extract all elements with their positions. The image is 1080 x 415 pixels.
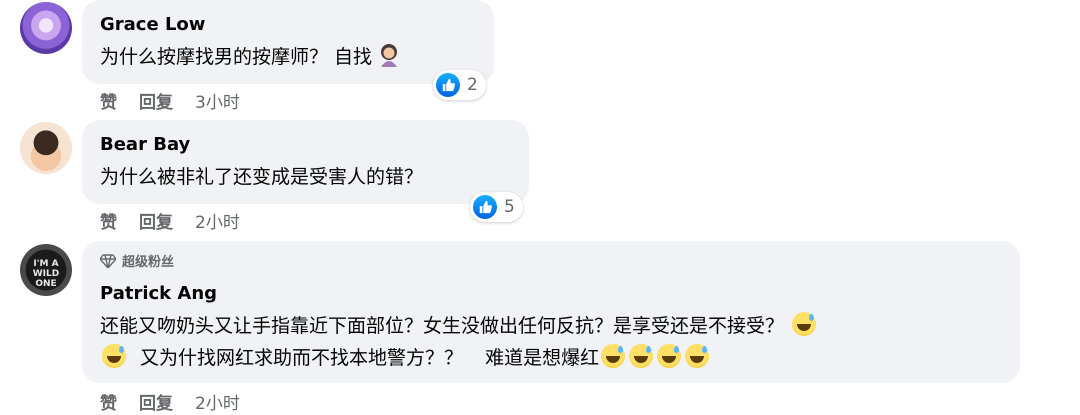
- like-button[interactable]: 赞: [100, 88, 117, 113]
- avatar[interactable]: I'M A WILD ONE: [20, 244, 72, 296]
- grinning-sweat-emoji-icon: [657, 344, 682, 368]
- reaction-count-badge[interactable]: 5: [470, 192, 523, 222]
- grinning-sweat-emoji-icon: [629, 344, 654, 368]
- comment-author[interactable]: Patrick Ang: [100, 283, 217, 304]
- comment-actions: 赞 回复 3小时: [100, 88, 262, 113]
- comment-text: 为什么被非礼了还变成是受害人的错？: [100, 166, 424, 188]
- comment-text-body: 为什么按摩找男的按摩师？ 自找: [100, 46, 373, 68]
- comment-timestamp[interactable]: 2小时: [195, 389, 240, 414]
- like-button[interactable]: 赞: [100, 208, 117, 233]
- comment-text-part: 又为什找网红求助而不找本地警方？？: [140, 347, 464, 369]
- reply-button[interactable]: 回复: [139, 88, 173, 113]
- top-fan-badge[interactable]: 超级粉丝: [100, 251, 174, 270]
- like-button[interactable]: 赞: [100, 389, 117, 414]
- reply-button[interactable]: 回复: [139, 208, 173, 233]
- comment-bubble: 超级粉丝 Patrick Ang 还能又吻奶头又让手指靠近下面部位？女生没做出任…: [82, 241, 1020, 383]
- grinning-sweat-emoji-icon: [601, 344, 626, 368]
- comment-timestamp[interactable]: 2小时: [195, 208, 240, 233]
- badge-label: 超级粉丝: [122, 255, 175, 270]
- grinning-sweat-emoji-icon: [685, 344, 710, 368]
- comment-text: 为什么按摩找男的按摩师？ 自找: [100, 41, 400, 73]
- comment-actions: 赞 回复 2小时: [100, 208, 262, 233]
- comment-bubble: Bear Bay 为什么被非礼了还变成是受害人的错？: [82, 120, 529, 204]
- comment-text-part: 难道是想爆红: [485, 347, 600, 369]
- comment-author[interactable]: Bear Bay: [100, 134, 190, 155]
- grinning-sweat-emoji-icon: [792, 312, 817, 336]
- reply-button[interactable]: 回复: [139, 389, 173, 414]
- reaction-count: 5: [504, 197, 515, 217]
- reaction-count: 2: [467, 75, 478, 95]
- avatar[interactable]: [20, 122, 72, 174]
- diamond-icon: [100, 253, 116, 268]
- reaction-count-badge[interactable]: 2: [433, 70, 486, 100]
- thumbs-up-icon: [436, 73, 460, 97]
- comment-text-line-1: 还能又吻奶头又让手指靠近下面部位？女生没做出任何反抗？是享受还是不接受？: [100, 310, 818, 342]
- comment-text-line-2: 又为什找网红求助而不找本地警方？？ 难道是想爆红: [100, 342, 711, 374]
- comment-timestamp[interactable]: 3小时: [195, 88, 240, 113]
- grinning-sweat-emoji-icon: [102, 344, 126, 368]
- comment-bubble: Grace Low 为什么按摩找男的按摩师？ 自找: [82, 0, 494, 84]
- avatar-logo: I'M A WILD ONE: [32, 259, 60, 289]
- comment-text-body: 还能又吻奶头又让手指靠近下面部位？女生没做出任何反抗？是享受还是不接受？: [100, 315, 785, 337]
- thumbs-up-icon: [473, 195, 497, 219]
- comment-author[interactable]: Grace Low: [100, 14, 205, 35]
- comment-actions: 赞 回复 2小时: [100, 389, 262, 414]
- avatar[interactable]: [20, 2, 72, 54]
- person-emoji-icon: [378, 43, 400, 67]
